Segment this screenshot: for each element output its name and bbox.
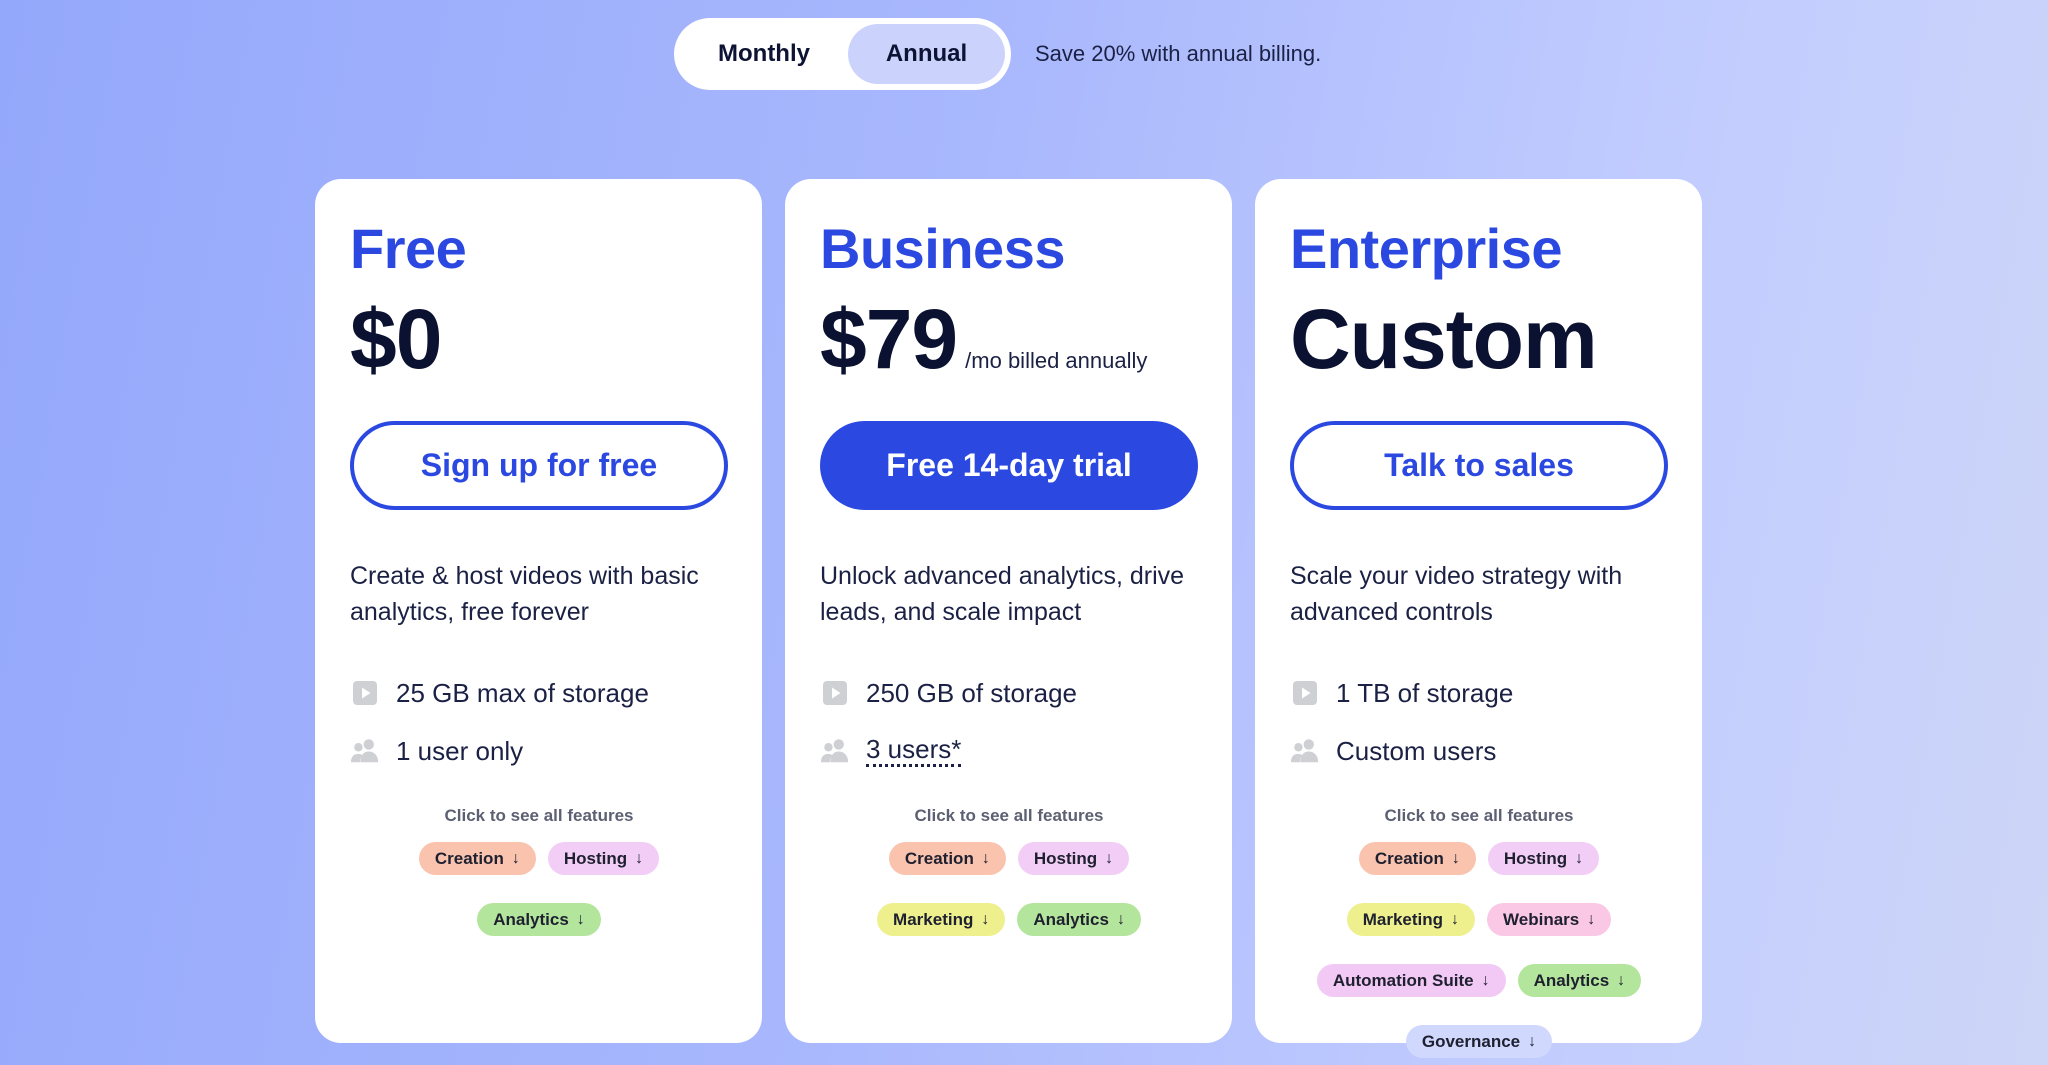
price-row: $0 (350, 297, 728, 383)
feature-storage-text: 250 GB of storage (866, 677, 1078, 708)
video-play-icon (1290, 678, 1320, 708)
tag-marketing[interactable]: Marketing ↓ (877, 903, 1006, 936)
plan-card-enterprise: Enterprise Custom Talk to sales Scale yo… (1255, 179, 1702, 1058)
feature-storage-text: 25 GB max of storage (396, 677, 649, 708)
tag-governance[interactable]: Governance ↓ (1405, 1025, 1553, 1058)
sign-up-button[interactable]: Sign up for free (350, 421, 728, 510)
arrow-down-icon: ↓ (576, 910, 585, 928)
see-all-features[interactable]: Click to see all features (350, 806, 728, 826)
see-all-features[interactable]: Click to see all features (820, 806, 1198, 826)
toggle-annual[interactable]: Annual (848, 24, 1005, 84)
arrow-down-icon: ↓ (1481, 971, 1490, 989)
feature-users: 1 user only (350, 732, 728, 770)
arrow-down-icon: ↓ (1528, 1032, 1537, 1050)
plan-name: Free (350, 217, 467, 280)
tag-label: Marketing (893, 909, 974, 929)
arrow-down-icon: ↓ (1617, 971, 1626, 989)
plan-description: Create & host videos with basic analytic… (350, 562, 699, 626)
price-row: Custom (1290, 297, 1668, 383)
tag-webinars[interactable]: Webinars ↓ (1487, 903, 1612, 936)
tag-label: Creation (434, 848, 504, 868)
feature-users: Custom users (1290, 732, 1668, 770)
tag-label: Marketing (1362, 909, 1444, 929)
plan-name: Enterprise (1290, 217, 1563, 280)
save-note: Save 20% with annual billing. (1035, 41, 1322, 66)
users-icon (820, 736, 850, 766)
tag-automation-suite[interactable]: Automation Suite ↓ (1316, 964, 1506, 997)
feature-storage-text: 1 TB of storage (1336, 677, 1514, 708)
price-row: $79 /mo billed annually (820, 297, 1198, 383)
arrow-down-icon: ↓ (981, 910, 990, 928)
tag-creation[interactable]: Creation ↓ (1358, 842, 1476, 875)
tag-label: Hosting (1503, 848, 1568, 868)
feature-storage: 25 GB max of storage (350, 674, 728, 712)
tag-label: Creation (904, 848, 974, 868)
feature-tags: Creation ↓ Hosting ↓ Analytics ↓ (350, 842, 728, 936)
tag-hosting[interactable]: Hosting ↓ (1017, 842, 1130, 875)
billing-toggle[interactable]: Monthly Annual (674, 18, 1011, 90)
plan-price: $79 (820, 292, 958, 386)
plan-card-free: Free $0 Sign up for free Create & host v… (315, 179, 762, 1043)
plan-description: Unlock advanced analytics, drive leads, … (820, 562, 1185, 626)
video-play-icon (350, 678, 380, 708)
tag-label: Analytics (1033, 909, 1109, 929)
arrow-down-icon: ↓ (635, 849, 644, 867)
users-icon (1290, 736, 1320, 766)
billing-toggle-bar: Monthly Annual Save 20% with annual bill… (674, 18, 1321, 90)
arrow-down-icon: ↓ (1587, 910, 1596, 928)
tag-label: Creation (1374, 848, 1444, 868)
tag-label: Hosting (1033, 848, 1098, 868)
feature-tags: Creation ↓ Hosting ↓ Marketing ↓ Webinars ↓ … (1290, 842, 1668, 1058)
arrow-down-icon: ↓ (1105, 849, 1114, 867)
tag-label: Analytics (493, 909, 569, 929)
tag-analytics[interactable]: Analytics ↓ (1017, 903, 1141, 936)
tag-label: Governance (1421, 1031, 1521, 1051)
toggle-monthly[interactable]: Monthly (680, 24, 848, 84)
tag-hosting[interactable]: Hosting ↓ (1487, 842, 1600, 875)
tag-label: Hosting (563, 848, 628, 868)
arrow-down-icon: ↓ (1116, 910, 1125, 928)
users-icon (350, 736, 380, 766)
tag-label: Webinars (1503, 909, 1580, 929)
plan-card-business: Business $79 /mo billed annually Free 14… (785, 179, 1232, 1043)
free-trial-button[interactable]: Free 14-day trial (820, 421, 1198, 510)
video-play-icon (820, 678, 850, 708)
plan-name: Business (820, 217, 1066, 280)
tag-analytics[interactable]: Analytics ↓ (477, 903, 601, 936)
tag-creation[interactable]: Creation ↓ (888, 842, 1006, 875)
price-suffix: /mo billed annually (965, 348, 1148, 373)
arrow-down-icon: ↓ (1451, 910, 1460, 928)
tag-label: Analytics (1533, 970, 1610, 990)
arrow-down-icon: ↓ (511, 849, 520, 867)
tag-marketing[interactable]: Marketing ↓ (1346, 903, 1476, 936)
arrow-down-icon: ↓ (1451, 849, 1460, 867)
plan-price: Custom (1290, 292, 1598, 386)
users-tooltip-trigger[interactable]: 3 users* (866, 735, 962, 767)
feature-tags: Creation ↓ Hosting ↓ Marketing ↓ Analytics ↓ (820, 842, 1198, 936)
plan-price: $0 (350, 292, 442, 386)
see-all-features[interactable]: Click to see all features (1290, 806, 1668, 826)
tag-hosting[interactable]: Hosting ↓ (547, 842, 660, 875)
arrow-down-icon: ↓ (981, 849, 990, 867)
feature-users: 3 users* (820, 732, 1198, 770)
tag-label: Automation Suite (1332, 970, 1474, 990)
feature-users-text: Custom users (1336, 735, 1497, 766)
plan-description: Scale your video strategy with advanced … (1290, 562, 1623, 626)
tag-analytics[interactable]: Analytics ↓ (1517, 964, 1642, 997)
feature-storage: 250 GB of storage (820, 674, 1198, 712)
feature-storage: 1 TB of storage (1290, 674, 1668, 712)
talk-to-sales-button[interactable]: Talk to sales (1290, 421, 1668, 510)
arrow-down-icon: ↓ (1575, 849, 1584, 867)
feature-users-text: 1 user only (396, 735, 524, 766)
tag-creation[interactable]: Creation ↓ (418, 842, 536, 875)
